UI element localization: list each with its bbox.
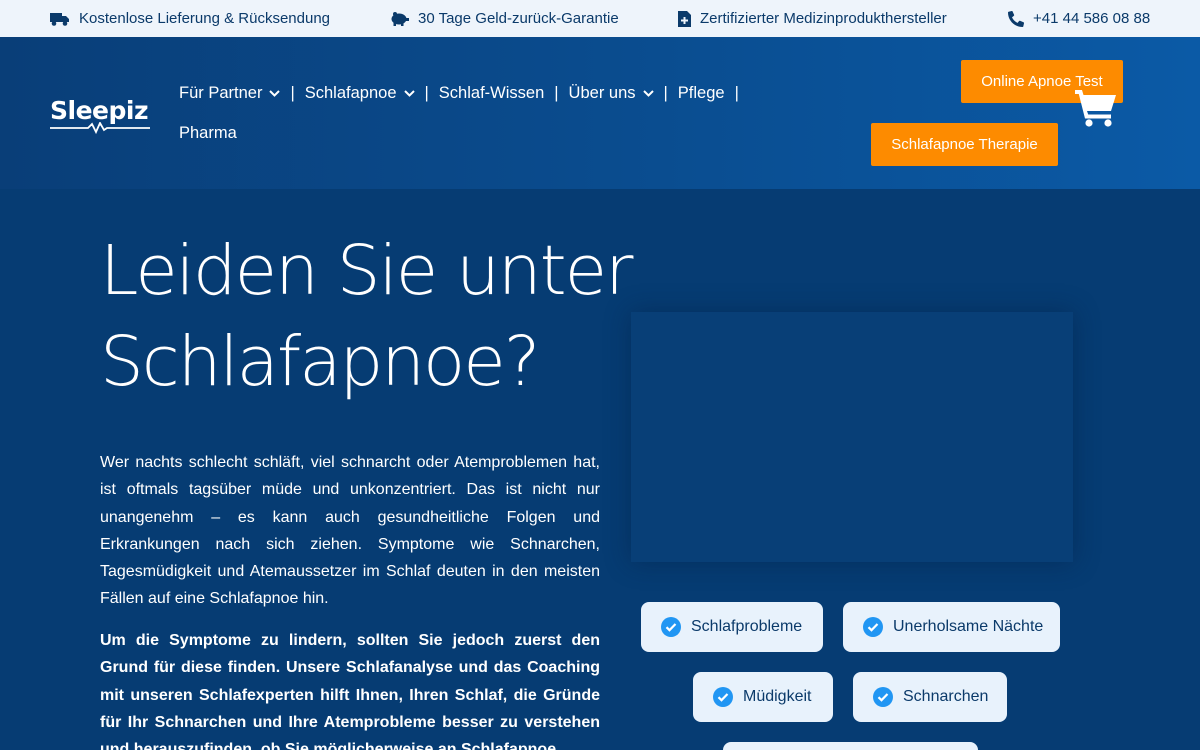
check-circle-icon <box>713 687 733 707</box>
chevron-down-icon <box>403 89 415 97</box>
symptom-tag: Schlafprobleme <box>641 602 823 652</box>
logo-text: Sleepiz <box>50 96 149 125</box>
info-bar: Kostenlose Lieferung & Rücksendung 30 Ta… <box>0 0 1200 37</box>
certified-info: Zertifizierter Medizinprodukthersteller <box>678 0 947 37</box>
symptom-tag: Schnarchen <box>853 672 1007 722</box>
phone-number[interactable]: +41 44 586 08 88 <box>1033 10 1150 27</box>
intro-paragraph: Wer nachts schlecht schläft, viel schnar… <box>100 454 600 608</box>
truck-icon <box>50 12 69 26</box>
check-circle-icon <box>863 617 883 637</box>
shopping-cart-icon[interactable] <box>1075 88 1117 128</box>
certified-text: Zertifizierter Medizinprodukthersteller <box>700 10 947 27</box>
nav-schlaf-wissen[interactable]: Schlaf-Wissen <box>439 84 544 103</box>
sleepiz-logo[interactable]: Sleepiz <box>50 96 150 138</box>
nav-pflege[interactable]: Pflege <box>678 84 725 103</box>
symptom-tag: Müdigkeit <box>693 672 833 722</box>
hero-title-line2: Schlafapnoe? <box>100 322 540 402</box>
nav-schlafapnoe[interactable]: Schlafapnoe <box>305 84 415 103</box>
video-placeholder[interactable] <box>631 312 1073 562</box>
symptom-label: Schnarchen <box>903 688 989 705</box>
symptom-tag-partial <box>723 742 978 750</box>
schlafapnoe-therapie-button[interactable]: Schlafapnoe Therapie <box>871 123 1058 166</box>
nav-partner-label: Für Partner <box>179 83 263 102</box>
nav-pharma[interactable]: Pharma <box>179 124 237 143</box>
nav-separator: | <box>663 83 668 102</box>
main-nav: Für Partner | Schlafapnoe | Schlaf-Wisse… <box>179 83 749 103</box>
symptom-label: Schlafprobleme <box>691 618 803 635</box>
medical-file-icon <box>678 10 691 27</box>
guarantee-text: 30 Tage Geld-zurück-Garantie <box>418 10 619 27</box>
nav-separator: | <box>424 83 429 102</box>
symptom-label: Unerholsame Nächte <box>893 618 1044 635</box>
check-circle-icon <box>873 687 893 707</box>
chevron-down-icon <box>269 89 281 97</box>
nav-ueber-uns[interactable]: Über uns <box>569 84 654 103</box>
main-nav-row2: Pharma <box>179 123 237 143</box>
heartbeat-line-icon <box>50 122 150 134</box>
nav-partner[interactable]: Für Partner <box>179 83 281 103</box>
guarantee-info: 30 Tage Geld-zurück-Garantie <box>390 0 619 37</box>
nav-schlafapnoe-label: Schlafapnoe <box>304 83 397 102</box>
check-circle-icon <box>661 617 681 637</box>
nav-separator: | <box>290 83 295 102</box>
nav-pharma-label: Pharma <box>179 123 237 142</box>
phone-info[interactable]: +41 44 586 08 88 <box>1008 0 1150 37</box>
nav-separator: | <box>734 83 739 102</box>
hero-title-line1: Leiden Sie unter <box>100 231 633 311</box>
nav-ueber-uns-label: Über uns <box>568 83 636 102</box>
phone-icon <box>1008 10 1024 27</box>
symptom-label: Müdigkeit <box>743 688 812 705</box>
solution-paragraph: Um die Symptome zu lindern, sollten Sie … <box>100 632 600 750</box>
piggy-bank-icon <box>391 12 409 26</box>
nav-pflege-label: Pflege <box>677 83 725 102</box>
shipping-info: Kostenlose Lieferung & Rücksendung <box>50 0 330 37</box>
chevron-down-icon <box>642 89 654 97</box>
nav-separator: | <box>554 83 559 102</box>
nav-schlaf-wissen-label: Schlaf-Wissen <box>438 83 545 102</box>
hero-title: Leiden Sie unter Schlafapnoe? <box>100 226 660 408</box>
symptom-tag: Unerholsame Nächte <box>843 602 1060 652</box>
shipping-text: Kostenlose Lieferung & Rücksendung <box>79 10 331 27</box>
